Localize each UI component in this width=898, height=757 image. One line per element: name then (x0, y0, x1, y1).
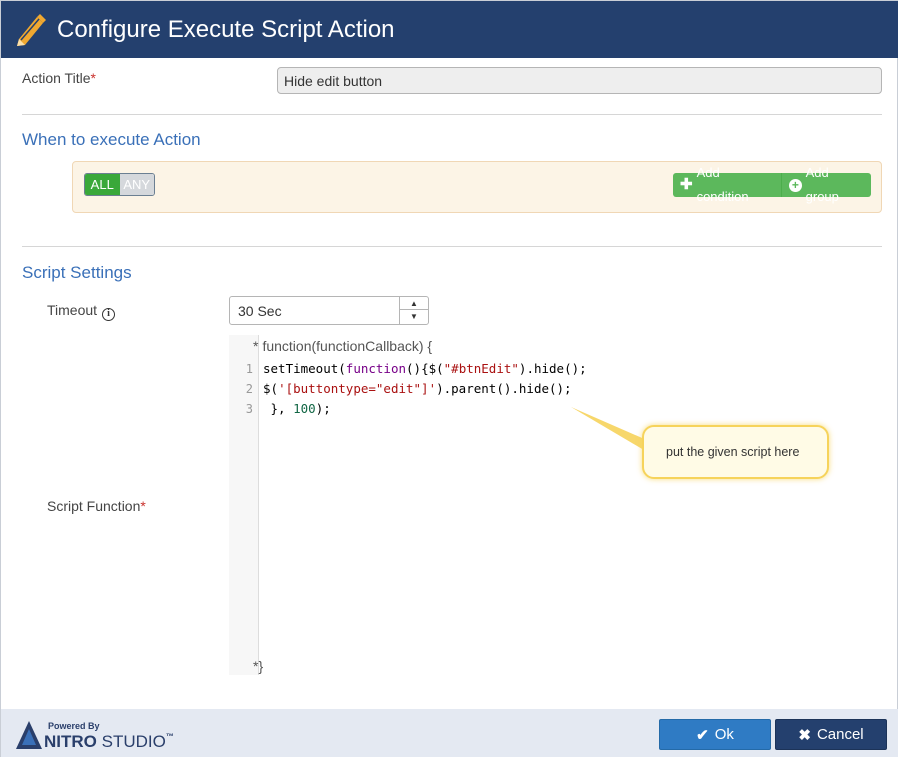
line-number: 1 (245, 362, 253, 376)
script-code-editor[interactable]: setTimeout(function(){$("#btnEdit").hide… (259, 355, 857, 655)
close-icon: ✖ (798, 726, 811, 744)
plus-icon: ✚ (680, 176, 693, 193)
script-function-label: Script Function* (47, 498, 146, 514)
configure-script-dialog: Configure Execute Script Action Action T… (0, 0, 898, 757)
add-condition-button[interactable]: ✚ Add condition (673, 165, 782, 204)
dialog-title: Configure Execute Script Action (57, 16, 395, 43)
dialog-footer: Powered By NITRO STUDIO™ ✔ Ok ✖ Cancel (1, 709, 898, 757)
code-header-star: * (253, 338, 259, 354)
dialog-header: Configure Execute Script Action (1, 1, 898, 58)
required-mark: * (140, 498, 146, 514)
code-line[interactable]: }, 100); (263, 401, 331, 416)
cancel-button[interactable]: ✖ Cancel (775, 719, 887, 750)
nitro-logo-icon (16, 721, 42, 749)
action-title-label: Action Title* (22, 70, 96, 86)
toggle-all-button[interactable]: ALL (85, 174, 120, 195)
line-number: 3 (245, 402, 253, 416)
divider (22, 114, 882, 115)
nitro-studio-logo: Powered By NITRO STUDIO™ (16, 719, 186, 755)
code-footer-text: } (258, 658, 264, 674)
script-function-label-text: Script Function (47, 498, 141, 514)
code-header: * function(functionCallback) { (253, 338, 432, 354)
action-title-input[interactable] (277, 67, 882, 94)
code-line[interactable]: setTimeout(function(){$("#btnEdit").hide… (263, 361, 587, 376)
callout-text: put the given script here (666, 445, 800, 459)
script-section-title: Script Settings (22, 263, 132, 282)
add-condition-label: Add condition (696, 165, 749, 204)
cancel-label: Cancel (816, 726, 864, 743)
timeout-value: 30 Sec (238, 303, 282, 319)
info-icon[interactable]: i (102, 308, 116, 321)
timeout-spinner: ▲ ▼ (399, 297, 428, 324)
brand-studio: STUDIO (101, 732, 166, 751)
toggle-any-button[interactable]: ANY (119, 174, 154, 195)
required-mark: * (90, 70, 96, 86)
spinner-up-icon[interactable]: ▲ (400, 297, 428, 310)
callout-note: put the given script here (642, 425, 829, 479)
brand-nitro: NITRO (44, 732, 97, 751)
divider (22, 246, 882, 247)
powered-by-text: Powered By (48, 721, 100, 731)
timeout-label-text: Timeout (47, 302, 98, 318)
ok-button[interactable]: ✔ Ok (659, 719, 771, 750)
add-group-label: Add group (805, 165, 839, 204)
trademark: ™ (165, 732, 174, 741)
code-line[interactable]: $('[buttontype="edit"]').parent().hide()… (263, 381, 572, 396)
brand-name: NITRO STUDIO™ (44, 732, 174, 752)
when-section-title: When to execute Action (22, 130, 201, 149)
timeout-label: Timeout i (47, 302, 116, 321)
pencil-icon (17, 14, 46, 46)
check-icon: ✔ (696, 726, 709, 744)
timeout-stepper[interactable]: 30 Sec ▲ ▼ (229, 296, 429, 325)
line-number-gutter: 1 2 3 (229, 355, 259, 655)
all-any-toggle: ALL ANY (84, 173, 155, 196)
add-group-button[interactable]: + Add group (782, 165, 871, 204)
line-number: 2 (245, 382, 253, 396)
action-title-label-text: Action Title (22, 70, 91, 86)
ok-label: Ok (714, 726, 734, 743)
circle-plus-icon: + (789, 178, 802, 192)
code-header-text: function(functionCallback) { (262, 338, 433, 354)
code-footer: *} (253, 658, 263, 674)
spinner-down-icon[interactable]: ▼ (400, 310, 428, 323)
condition-builder: ALL ANY ✚ Add condition + Add group (72, 161, 882, 213)
